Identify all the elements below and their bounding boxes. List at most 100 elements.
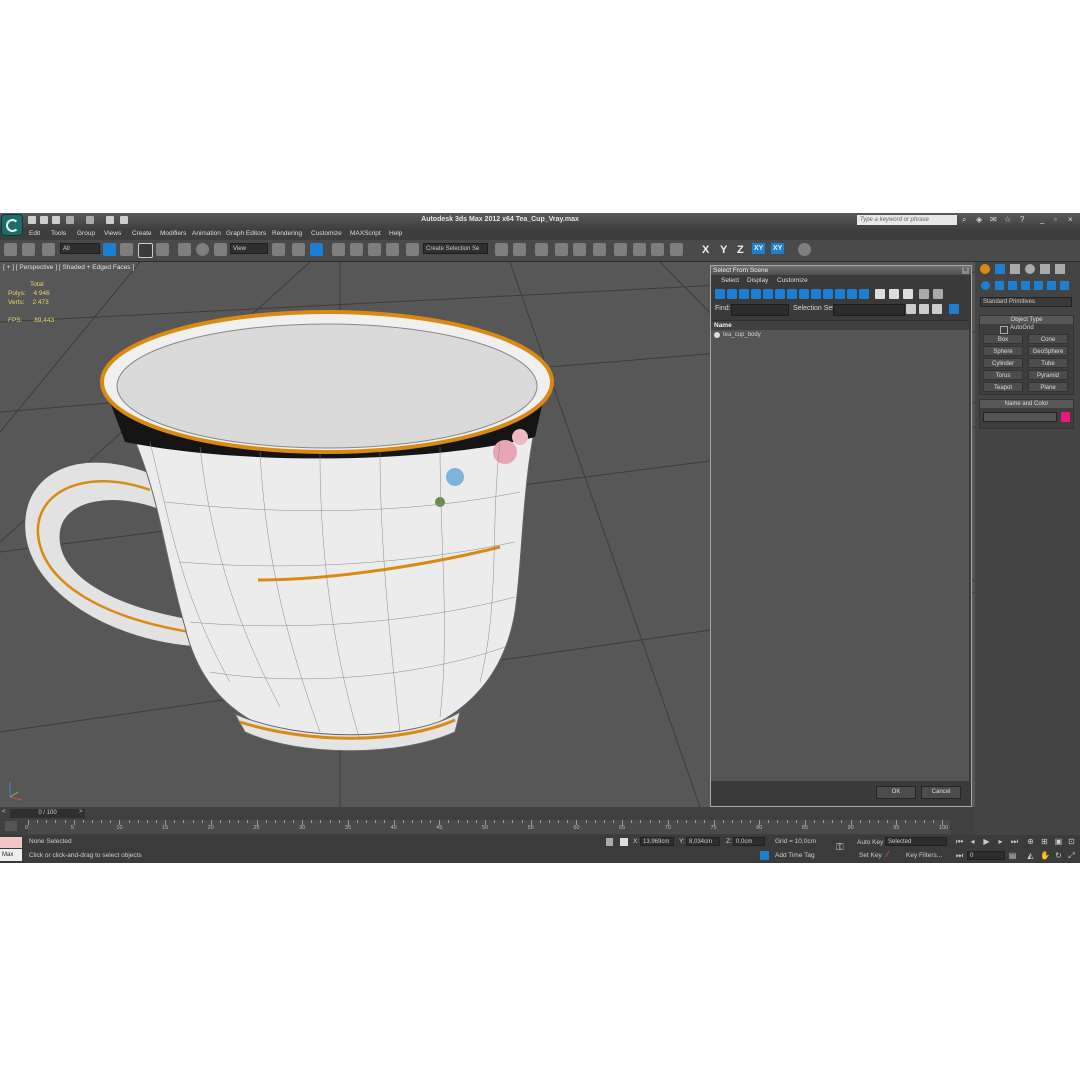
new-file-icon[interactable]	[28, 216, 36, 224]
move-icon[interactable]	[178, 243, 191, 256]
space-warps-icon[interactable]	[1047, 281, 1056, 290]
maximize-icon[interactable]: ▫	[1054, 216, 1062, 224]
rotate-icon[interactable]	[196, 243, 209, 256]
graphite-modeling-icon[interactable]	[555, 243, 568, 256]
add-time-tag-button[interactable]: Add Time Tag	[775, 852, 815, 859]
undo-icon[interactable]	[66, 216, 74, 224]
display-space-warps-icon[interactable]	[775, 289, 785, 299]
render-setup-icon[interactable]	[633, 243, 646, 256]
pivot-center-icon[interactable]	[272, 243, 285, 256]
list-item[interactable]: tea_cup_body	[711, 330, 969, 340]
key-mode-toggle-icon[interactable]: ⏭	[955, 851, 964, 860]
z-coord-field[interactable]: 0,0cm	[733, 837, 765, 846]
maximize-viewport-icon[interactable]: ⤢	[1067, 851, 1076, 860]
display-helpers-icon[interactable]	[763, 289, 773, 299]
geometry-icon[interactable]	[981, 281, 990, 290]
helpers-icon[interactable]	[1034, 281, 1043, 290]
cone-button[interactable]: Cone	[1028, 334, 1068, 344]
curve-editor-icon[interactable]	[573, 243, 586, 256]
dialog-close-icon[interactable]: x	[962, 267, 969, 274]
cameras-icon[interactable]	[1021, 281, 1030, 290]
menu-help[interactable]: Help	[389, 230, 402, 237]
menu-customize[interactable]: Customize	[311, 230, 342, 237]
tube-button[interactable]: Tube	[1028, 358, 1068, 368]
zoom-extents-icon[interactable]: ▣	[1054, 837, 1063, 846]
display-groups-icon[interactable]	[787, 289, 797, 299]
time-tag-icon[interactable]	[760, 851, 769, 860]
angle-snap-icon[interactable]	[350, 243, 363, 256]
subscription-icon[interactable]: ◈	[976, 216, 984, 224]
display-frozen-icon[interactable]	[835, 289, 845, 299]
absolute-mode-icon[interactable]	[620, 838, 628, 846]
display-all-icon[interactable]	[859, 289, 869, 299]
display-lights-icon[interactable]	[739, 289, 749, 299]
align-icon[interactable]	[513, 243, 526, 256]
utilities-tab-icon[interactable]	[1055, 264, 1065, 274]
pyramid-button[interactable]: Pyramid	[1028, 370, 1068, 380]
select-none-icon[interactable]	[919, 304, 929, 314]
motion-tab-icon[interactable]	[1025, 264, 1035, 274]
help-search-input[interactable]: Type a keyword or phrase	[857, 215, 957, 225]
mirror-icon[interactable]	[495, 243, 508, 256]
find-input[interactable]	[731, 304, 789, 316]
edit-named-selection-icon[interactable]	[406, 243, 419, 256]
filter-options-icon[interactable]	[933, 289, 943, 299]
torus-button[interactable]: Torus	[983, 370, 1023, 380]
display-bones-icon[interactable]	[811, 289, 821, 299]
select-by-name-icon[interactable]	[120, 243, 133, 256]
key-filters-button[interactable]: Key Filters...	[906, 852, 942, 859]
menu-group[interactable]: Group	[77, 230, 95, 237]
object-color-swatch[interactable]	[1061, 412, 1070, 422]
menu-create[interactable]: Create	[132, 230, 152, 237]
current-frame-field[interactable]: 0	[967, 851, 1005, 860]
orbit-icon[interactable]: ↻	[1054, 851, 1063, 860]
viewport-label[interactable]: [ + ] [ Perspective ] [ Shaded + Edged F…	[3, 264, 134, 271]
application-logo-icon[interactable]	[1, 214, 23, 236]
workspace-icon[interactable]	[120, 216, 128, 224]
dialog-menu-display[interactable]: Display	[747, 277, 768, 284]
menu-rendering[interactable]: Rendering	[272, 230, 302, 237]
close-icon[interactable]: ×	[1068, 216, 1076, 224]
named-selection-set-dropdown[interactable]: Create Selection Se	[423, 243, 488, 254]
favorites-icon[interactable]: ☆	[1004, 216, 1012, 224]
set-key-icon[interactable]: ⚿	[836, 842, 844, 853]
bind-space-warp-icon[interactable]	[42, 243, 55, 256]
filter-icon[interactable]	[919, 289, 929, 299]
zoom-icon[interactable]: ⊕	[1026, 837, 1035, 846]
object-name-input[interactable]	[983, 412, 1057, 422]
set-key-button[interactable]: Set Key	[859, 852, 882, 859]
auto-key-button[interactable]: Auto Key	[857, 839, 883, 846]
track-bar[interactable]: 0 5 10 15 20 25 30 35 40 45 50 55 60 65 70 75 80 85 90 95 10…	[25, 820, 950, 834]
select-all-icon[interactable]	[906, 304, 916, 314]
create-tab-icon[interactable]	[980, 264, 990, 274]
display-shapes-icon[interactable]	[727, 289, 737, 299]
systems-icon[interactable]	[1060, 281, 1069, 290]
layer-manager-icon[interactable]	[535, 243, 548, 256]
rendered-frame-window-icon[interactable]	[651, 243, 664, 256]
unlink-icon[interactable]	[22, 243, 35, 256]
play-icon[interactable]: ▶	[982, 837, 991, 846]
slider-next-icon[interactable]: >	[79, 809, 83, 815]
axis-z-button[interactable]: Z	[737, 244, 744, 256]
maxscript-mini-listener[interactable]: Max	[0, 849, 22, 861]
dialog-menu-select[interactable]: Select	[721, 277, 739, 284]
select-dependents-icon[interactable]	[949, 304, 959, 314]
sync-selection-icon[interactable]	[903, 289, 913, 299]
search-icon[interactable]: ⌕	[962, 216, 970, 224]
maxscript-listener-indicator[interactable]	[0, 837, 22, 848]
schematic-view-icon[interactable]	[593, 243, 606, 256]
lights-icon[interactable]	[1008, 281, 1017, 290]
select-object-icon[interactable]	[103, 243, 116, 256]
go-to-end-icon[interactable]: ⏭	[1010, 837, 1019, 846]
y-coord-field[interactable]: 8,034cm	[686, 837, 720, 846]
go-to-start-icon[interactable]: ⏮	[955, 837, 964, 846]
sphere-button[interactable]: Sphere	[983, 346, 1023, 356]
minimize-icon[interactable]: _	[1040, 216, 1048, 224]
display-none-icon[interactable]	[875, 289, 885, 299]
name-and-color-header[interactable]: Name and Color	[980, 400, 1073, 408]
hierarchy-tab-icon[interactable]	[1010, 264, 1020, 274]
percent-snap-icon[interactable]	[368, 243, 381, 256]
selection-set-dropdown[interactable]	[833, 304, 905, 316]
next-frame-icon[interactable]: ▸	[996, 837, 1005, 846]
axis-xy-button[interactable]: XY	[752, 243, 766, 254]
